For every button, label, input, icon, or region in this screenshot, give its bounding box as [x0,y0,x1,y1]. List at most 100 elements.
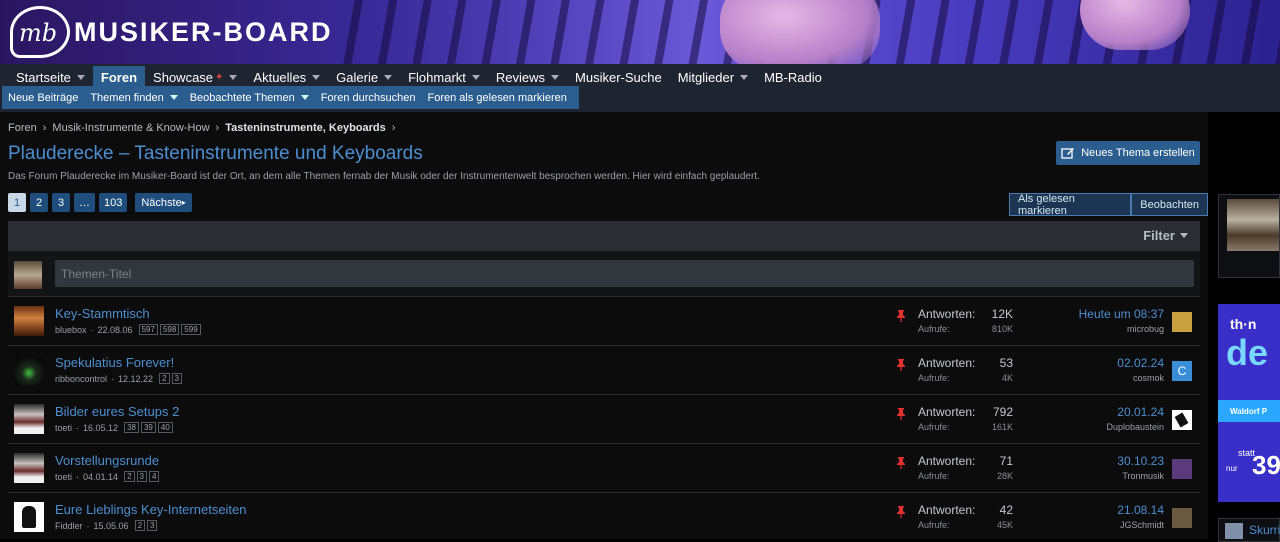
thread-title[interactable]: Bilder eures Setups 2 [55,404,179,419]
thread-page-link[interactable]: 40 [157,422,173,433]
page-button[interactable]: 103 [99,193,128,212]
replies-label: Antworten: [918,454,976,468]
next-page-label: Nächste [141,196,182,209]
views-count: 161K [991,422,1013,432]
next-page-button[interactable]: Nächste ▸ [135,193,192,212]
page-button[interactable]: 1 [8,193,26,212]
sidebar-gallery-box[interactable] [1218,194,1280,278]
replies-row: Antworten: 53 [918,356,1013,370]
nav-item-reviews[interactable]: Reviews [488,66,567,88]
page-button[interactable]: 3 [52,193,70,212]
thread-author[interactable]: Fiddler [55,521,83,531]
author-avatar[interactable] [14,404,44,434]
nav-item-startseite[interactable]: Startseite [8,66,93,88]
last-post-date[interactable]: 30.10.23 [1117,454,1164,468]
subnav-item-beobachtete-themen[interactable]: Beobachtete Themen [184,92,315,104]
thread-stats: Antworten: 792 Aufrufe: 161K [918,405,1013,432]
thread-page-link[interactable]: 39 [140,422,156,433]
nav-item-foren[interactable]: Foren [92,66,146,88]
thread-title[interactable]: Key-Stammtisch [55,306,150,321]
thread-author[interactable]: ribboncontrol [55,374,107,384]
author-avatar[interactable] [14,453,44,483]
nav-item-showcase[interactable]: Showcase ✦ [145,66,245,88]
breadcrumb-item-tasteninstrumente[interactable]: Tasteninstrumente, Keyboards [225,122,386,134]
nav-item-mitglieder[interactable]: Mitglieder [670,66,756,88]
thread-page-link[interactable]: 4 [148,471,160,482]
last-post-date[interactable]: 21.08.14 [1117,503,1164,517]
last-poster-avatar[interactable] [1172,312,1192,332]
breadcrumb-item-musik-instrumente[interactable]: Musik-Instrumente & Know-How [52,122,209,134]
thread-row: Spekulatius Forever! ribboncontrol · 12.12.… [8,345,1200,394]
last-post-date[interactable]: 02.02.24 [1117,356,1164,370]
last-post-user[interactable]: Duplobaustein [1106,422,1164,432]
views-label: Aufrufe: [918,422,950,432]
last-post-user[interactable]: cosmok [1117,373,1164,383]
thread-title[interactable]: Eure Lieblings Key-Internetseiten [55,502,247,517]
views-count: 4K [1001,373,1013,383]
thread-title[interactable]: Vorstellungsrunde [55,453,159,468]
author-avatar[interactable] [14,306,44,336]
sidebar-member-box[interactable]: Skurri [1218,518,1280,542]
subnav-item-foren-als-gelesen-markieren[interactable]: Foren als gelesen markieren [421,92,572,104]
nav-item-mb-radio[interactable]: MB-Radio [756,66,830,88]
views-count: 45K [996,520,1013,530]
views-row: Aufrufe: 161K [918,422,1013,432]
thread-page-link[interactable]: 3 [147,520,158,531]
thread-title[interactable]: Spekulatius Forever! [55,355,174,370]
thread-page-link[interactable]: 599 [181,324,201,335]
subnav-item-themen-finden[interactable]: Themen finden [84,92,183,104]
site-logo[interactable]: mb MUSIKER-BOARD [10,6,333,58]
thread-page-link[interactable]: 2 [124,471,135,482]
mark-read-button[interactable]: Als gelesen markieren [1009,193,1132,217]
breadcrumb-item-foren[interactable]: Foren [8,122,37,134]
nav-item-aktuelles[interactable]: Aktuelles [245,66,328,88]
ad-band: Waldorf P [1218,400,1280,422]
thread-page-link[interactable]: 3 [171,373,182,384]
filter-button[interactable]: Filter [1143,228,1188,243]
last-poster-avatar[interactable]: C [1172,361,1192,381]
new-thread-button[interactable]: Neues Thema erstellen [1056,141,1200,165]
author-avatar[interactable] [14,355,44,385]
nav-item-musiker-suche[interactable]: Musiker-Suche [567,66,670,88]
pin-icon [896,505,906,518]
thread-page-link[interactable]: 38 [124,422,139,433]
nav-item-flohmarkt[interactable]: Flohmarkt [400,66,488,88]
thread-row: Vorstellungsrunde toeti · 04.01.14 2 3 4 Antwor… [8,443,1200,492]
nav-item-label: Musiker-Suche [575,69,662,85]
page-button[interactable]: … [74,193,95,212]
replies-row: Antworten: 792 [918,405,1013,419]
thread-page-links: 38 39 40 [124,422,173,433]
last-poster-avatar[interactable] [1172,459,1192,479]
thread-row: Key-Stammtisch bluebox · 22.08.06 597 598 599 A… [8,296,1200,345]
last-poster-avatar[interactable] [1172,410,1192,430]
thread-title-input[interactable] [55,260,1194,287]
thread-page-link[interactable]: 2 [134,520,146,531]
nav-item-label: Foren [100,69,138,85]
thread-author[interactable]: toeti [55,423,72,433]
nav-item-galerie[interactable]: Galerie [328,66,400,88]
thread-author[interactable]: bluebox [55,325,87,335]
last-post-user[interactable]: JGSchmidt [1117,520,1164,530]
last-post-date[interactable]: 20.01.24 [1106,405,1164,419]
last-poster-avatar[interactable] [1172,508,1192,528]
thread-page-link[interactable]: 2 [159,373,170,384]
advertisement-banner[interactable]: th·n de Waldorf P statt nur 39 [1218,304,1280,502]
last-post-user[interactable]: microbug [1079,324,1164,334]
subnav-item-label: Neue Beiträge [8,91,79,104]
subnav-item-neue-beiträge[interactable]: Neue Beiträge [2,92,84,104]
filter-label: Filter [1143,228,1175,243]
thread-author[interactable]: toeti [55,472,72,482]
subnav-item-label: Beobachtete Themen [189,91,295,104]
last-post-date[interactable]: Heute um 08:37 [1079,307,1164,321]
thread-page-link[interactable]: 597 [138,324,158,335]
page-button[interactable]: 2 [30,193,48,212]
thread-page-link[interactable]: 598 [159,324,180,335]
thread-start-date: 04.01.14 [83,471,119,482]
author-avatar[interactable] [14,502,44,532]
thread-list: Key-Stammtisch bluebox · 22.08.06 597 598 599 A… [8,296,1200,541]
last-post-user[interactable]: Tronmusik [1117,471,1164,481]
site-header: mb MUSIKER-BOARD [0,0,1280,64]
subnav-item-foren-durchsuchen[interactable]: Foren durchsuchen [315,92,422,104]
thread-page-link[interactable]: 3 [136,471,147,482]
watch-button[interactable]: Beobachten [1131,193,1208,216]
